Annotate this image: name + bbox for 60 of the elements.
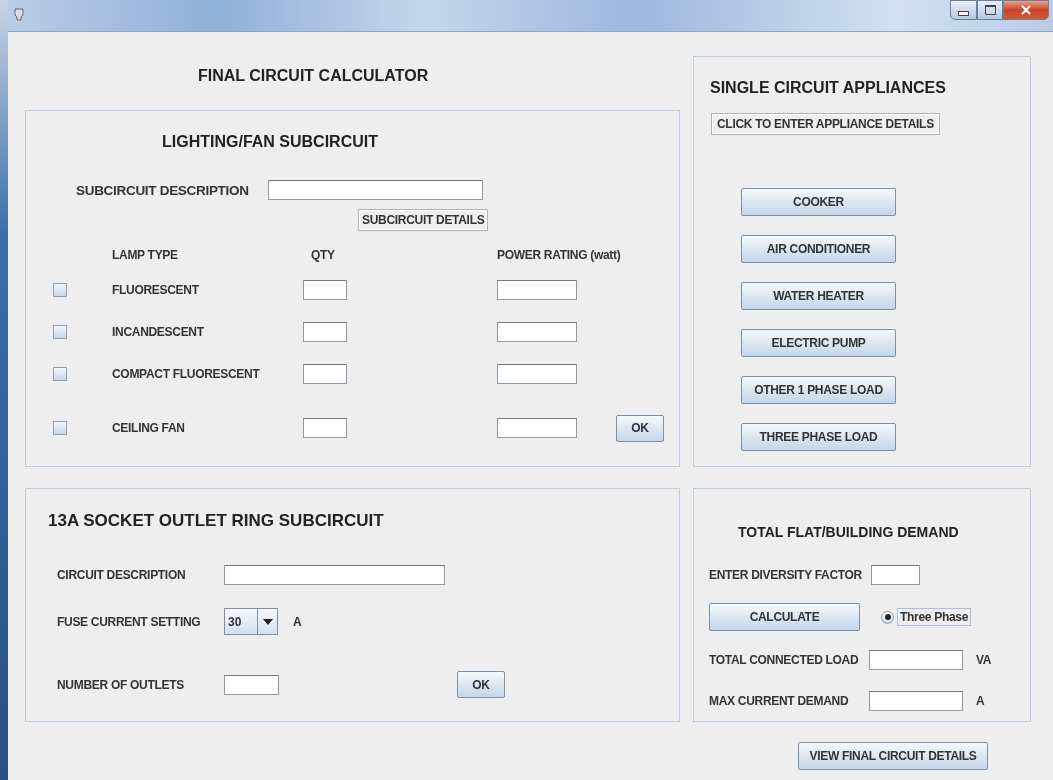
checkbox[interactable] (53, 325, 67, 339)
unit-label: A (976, 693, 985, 708)
power-rating-field[interactable] (497, 280, 577, 300)
unit-label: VA (976, 652, 992, 667)
maximize-button[interactable] (977, 0, 1003, 20)
lamp-type-label: COMPACT FLUORESCENT (112, 367, 261, 381)
view-details-button[interactable]: VIEW FINAL CIRCUIT DETAILS (798, 742, 988, 770)
subcircuit-details-button[interactable]: SUBCIRCUIT DETAILS (358, 209, 489, 231)
panel-heading: 13A SOCKET OUTLET RING SUBCIRCUIT (48, 511, 385, 532)
appliance-button[interactable]: COOKER (741, 188, 896, 216)
ok-button[interactable]: OK (616, 414, 664, 442)
outlets-field[interactable] (224, 674, 279, 695)
field-label: MAX CURRENT DEMAND (709, 693, 850, 708)
app-title: FINAL CIRCUIT CALCULATOR (197, 66, 430, 86)
checkbox[interactable] (53, 421, 67, 435)
checkbox[interactable] (53, 367, 67, 381)
appliance-button[interactable]: OTHER 1 PHASE LOAD (741, 376, 896, 404)
panel-heading: SINGLE CIRCUIT APPLIANCES (710, 79, 947, 97)
quantity-field[interactable] (303, 322, 347, 342)
unit-label: A (293, 614, 302, 629)
diversity-factor-field[interactable] (871, 564, 920, 585)
lamp-type-label: FLUORESCENT (112, 283, 200, 297)
column-header: LAMP TYPE (112, 248, 179, 262)
circuit-description-field[interactable] (224, 564, 445, 585)
radio-button[interactable] (881, 610, 894, 624)
checkbox[interactable] (53, 283, 67, 297)
lamp-type-label: CEILING FAN (112, 421, 186, 435)
field-label: CIRCUIT DESCRIPTION (57, 567, 187, 582)
connected-load-field[interactable] (869, 649, 963, 670)
fuse-current-dropdown[interactable]: 30 (224, 608, 278, 635)
field-label: ENTER DIVERSITY FACTOR (709, 567, 863, 582)
field-label: NUMBER OF OUTLETS (57, 677, 185, 692)
power-rating-field[interactable] (497, 418, 577, 438)
close-button[interactable] (1003, 0, 1049, 20)
appliance-button[interactable]: ELECTRIC PUMP (741, 329, 896, 357)
appliance-button[interactable]: WATER HEATER (741, 282, 896, 310)
minimize-button[interactable] (950, 0, 977, 20)
field-label: TOTAL CONNECTED LOAD (709, 652, 860, 667)
column-header: QTY (310, 248, 336, 262)
panel-heading: TOTAL FLAT/BUILDING DEMAND (737, 524, 960, 542)
ok-button[interactable]: OK (457, 671, 505, 698)
enter-appliance-details-button[interactable]: CLICK TO ENTER APPLIANCE DETAILS (711, 113, 940, 135)
power-rating-field[interactable] (497, 364, 577, 384)
appliance-button[interactable]: THREE PHASE LOAD (741, 423, 896, 451)
current-demand-field[interactable] (869, 690, 963, 711)
power-rating-field[interactable] (497, 322, 577, 342)
description-field[interactable] (268, 180, 483, 200)
quantity-field[interactable] (303, 364, 347, 384)
panel-heading: LIGHTING/FAN SUBCIRCUIT (161, 133, 379, 152)
appliance-button[interactable]: AIR CONDITIONER (741, 235, 896, 263)
lamp-icon (14, 8, 24, 22)
quantity-field[interactable] (303, 280, 347, 300)
calculate-button[interactable]: CALCULATE (709, 603, 860, 631)
quantity-field[interactable] (303, 418, 347, 438)
close-icon (1020, 5, 1032, 15)
lamp-type-label: INCANDESCENT (112, 325, 205, 339)
radio-label[interactable]: Three Phase (897, 608, 972, 626)
caret-icon (262, 618, 273, 625)
field-label: FUSE CURRENT SETTING (57, 614, 202, 629)
field-label: SUBCIRCUIT DESCRIPTION (76, 182, 250, 198)
